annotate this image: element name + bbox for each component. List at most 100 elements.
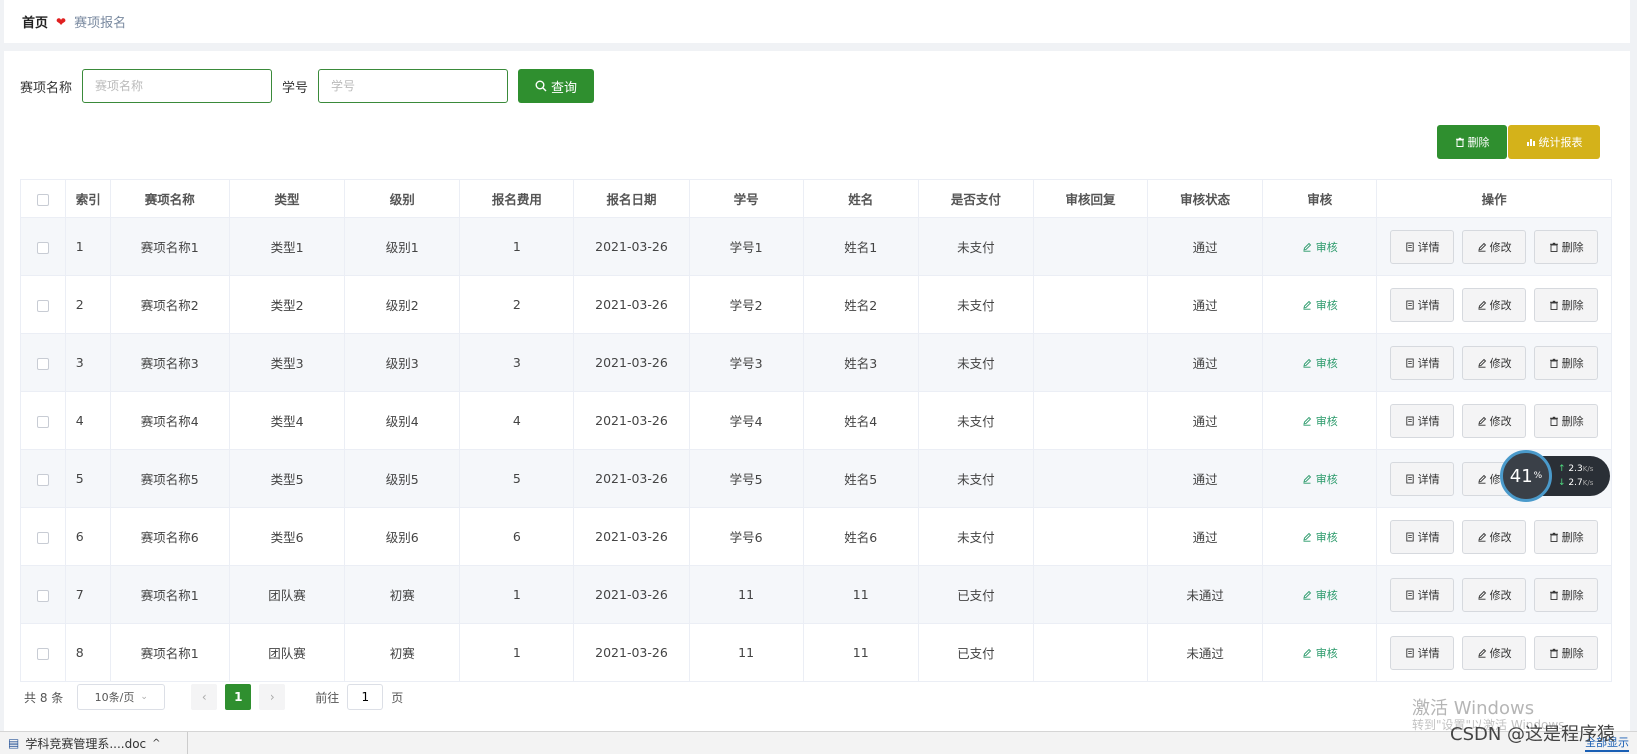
delete-label: 删除 bbox=[1561, 588, 1584, 602]
row-checkbox[interactable] bbox=[36, 357, 49, 370]
row-select-cell[interactable] bbox=[20, 333, 66, 392]
audit-link[interactable]: 审核 bbox=[1302, 297, 1338, 313]
cell-sname: 姓名6 bbox=[802, 507, 919, 566]
detail-button[interactable]: 详情 bbox=[1390, 635, 1455, 670]
breadcrumb-home[interactable]: 首页 bbox=[22, 12, 48, 31]
download-item[interactable]: ▤ 学科竞赛管理系....doc ^ bbox=[0, 732, 188, 754]
row-select-cell[interactable] bbox=[20, 275, 66, 334]
cell-fee: 1 bbox=[459, 565, 575, 624]
audit-link[interactable]: 审核 bbox=[1302, 239, 1338, 255]
prev-page-button[interactable]: ‹ bbox=[191, 684, 218, 710]
page-number-current[interactable]: 1 bbox=[225, 684, 252, 710]
detail-button[interactable]: 详情 bbox=[1390, 519, 1455, 554]
cell-level: 级别5 bbox=[344, 449, 461, 508]
detail-button[interactable]: 详情 bbox=[1390, 229, 1455, 264]
header-cell: 报名费用 bbox=[459, 179, 575, 218]
cell-date: 2021-03-26 bbox=[573, 623, 690, 682]
audit-label: 审核 bbox=[1315, 414, 1338, 428]
row-checkbox[interactable] bbox=[36, 241, 49, 254]
edit-button[interactable]: 修改 bbox=[1462, 287, 1527, 322]
cell-level: 级别3 bbox=[344, 333, 461, 392]
audit-link[interactable]: 审核 bbox=[1302, 413, 1338, 429]
row-select-cell[interactable] bbox=[20, 217, 66, 276]
trash-icon bbox=[1549, 242, 1558, 252]
delete-button[interactable]: 删除 bbox=[1534, 287, 1599, 322]
row-checkbox[interactable] bbox=[36, 589, 49, 602]
audit-link[interactable]: 审核 bbox=[1302, 529, 1338, 545]
id-input[interactable] bbox=[318, 69, 509, 103]
row-checkbox[interactable] bbox=[36, 647, 49, 660]
delete-button[interactable]: 删除 bbox=[1534, 577, 1599, 612]
delete-button[interactable]: 删除 bbox=[1534, 229, 1599, 264]
row-select-cell[interactable] bbox=[20, 565, 66, 624]
edit-button[interactable]: 修改 bbox=[1462, 577, 1527, 612]
audit-cell: 审核 bbox=[1262, 507, 1378, 566]
row-checkbox[interactable] bbox=[36, 299, 49, 312]
chevron-right-icon: › bbox=[269, 690, 275, 704]
cell-idx: 6 bbox=[64, 507, 111, 566]
row-checkbox[interactable] bbox=[36, 415, 49, 428]
edit-button[interactable]: 修改 bbox=[1462, 229, 1527, 264]
select-all-cell[interactable] bbox=[20, 179, 66, 218]
detail-button[interactable]: 详情 bbox=[1390, 287, 1455, 322]
select-all-checkbox[interactable] bbox=[36, 193, 49, 206]
page-size-select[interactable]: 10条/页 ⌄ bbox=[77, 684, 166, 710]
delete-button[interactable]: 删除 bbox=[1534, 403, 1599, 438]
row-checkbox[interactable] bbox=[36, 531, 49, 544]
cell-sname: 11 bbox=[802, 565, 919, 624]
edit-button[interactable]: 修改 bbox=[1462, 403, 1527, 438]
row-checkbox[interactable] bbox=[36, 473, 49, 486]
edit-button[interactable]: 修改 bbox=[1462, 519, 1527, 554]
row-select-cell[interactable] bbox=[20, 449, 66, 508]
next-page-button[interactable]: › bbox=[259, 684, 286, 710]
header-cell: 姓名 bbox=[802, 179, 919, 218]
batch-delete-button[interactable]: 删除 bbox=[1437, 125, 1507, 159]
search-icon bbox=[535, 80, 547, 92]
row-select-cell[interactable] bbox=[20, 623, 66, 682]
query-button[interactable]: 查询 bbox=[518, 69, 595, 103]
cell-status: 通过 bbox=[1147, 217, 1264, 276]
detail-button[interactable]: 详情 bbox=[1390, 345, 1455, 380]
document-icon bbox=[1406, 242, 1414, 251]
audit-link[interactable]: 审核 bbox=[1302, 471, 1338, 487]
delete-button[interactable]: 删除 bbox=[1534, 519, 1599, 554]
total-count: 共 8 条 bbox=[24, 690, 64, 705]
delete-button[interactable]: 删除 bbox=[1534, 635, 1599, 670]
audit-link[interactable]: 审核 bbox=[1302, 645, 1338, 661]
audit-cell: 审核 bbox=[1262, 449, 1378, 508]
cell-sid: 学号4 bbox=[688, 391, 804, 450]
cpu-gauge: 41% bbox=[1500, 450, 1552, 502]
edit-icon bbox=[1303, 648, 1311, 658]
name-input[interactable] bbox=[82, 69, 273, 103]
edit-icon bbox=[1478, 532, 1486, 542]
main-panel: 赛项名称 学号 查询 删除 统计报表 索引 bbox=[4, 51, 1630, 731]
cell-fee: 1 bbox=[459, 217, 575, 276]
detail-button[interactable]: 详情 bbox=[1390, 577, 1455, 612]
chevron-left-icon: ‹ bbox=[201, 690, 207, 704]
cell-name: 赛项名称1 bbox=[109, 565, 230, 624]
header-cell: 审核状态 bbox=[1147, 179, 1264, 218]
detail-button[interactable]: 详情 bbox=[1390, 403, 1455, 438]
cell-type: 类型1 bbox=[228, 217, 346, 276]
cell-type: 类型5 bbox=[228, 449, 346, 508]
cell-idx: 8 bbox=[64, 623, 111, 682]
delete-button[interactable]: 删除 bbox=[1534, 345, 1599, 380]
edit-button[interactable]: 修改 bbox=[1462, 635, 1527, 670]
edit-button[interactable]: 修改 bbox=[1462, 345, 1527, 380]
network-monitor-widget[interactable]: 41% ↑ 2.3K/s ↓ 2.7K/s bbox=[1500, 450, 1610, 502]
detail-label: 详情 bbox=[1417, 588, 1440, 602]
audit-link[interactable]: 审核 bbox=[1302, 587, 1338, 603]
cell-paid: 已支付 bbox=[917, 623, 1034, 682]
edit-label: 修改 bbox=[1489, 240, 1512, 254]
delete-label: 删除 bbox=[1561, 356, 1584, 370]
cell-reply bbox=[1032, 217, 1149, 276]
row-select-cell[interactable] bbox=[20, 507, 66, 566]
audit-cell: 审核 bbox=[1262, 391, 1378, 450]
cell-idx: 1 bbox=[64, 217, 111, 276]
report-button[interactable]: 统计报表 bbox=[1508, 125, 1600, 159]
row-select-cell[interactable] bbox=[20, 391, 66, 450]
detail-label: 详情 bbox=[1417, 646, 1440, 660]
goto-page-input[interactable] bbox=[347, 684, 384, 710]
audit-link[interactable]: 审核 bbox=[1302, 355, 1338, 371]
detail-button[interactable]: 详情 bbox=[1390, 461, 1455, 496]
